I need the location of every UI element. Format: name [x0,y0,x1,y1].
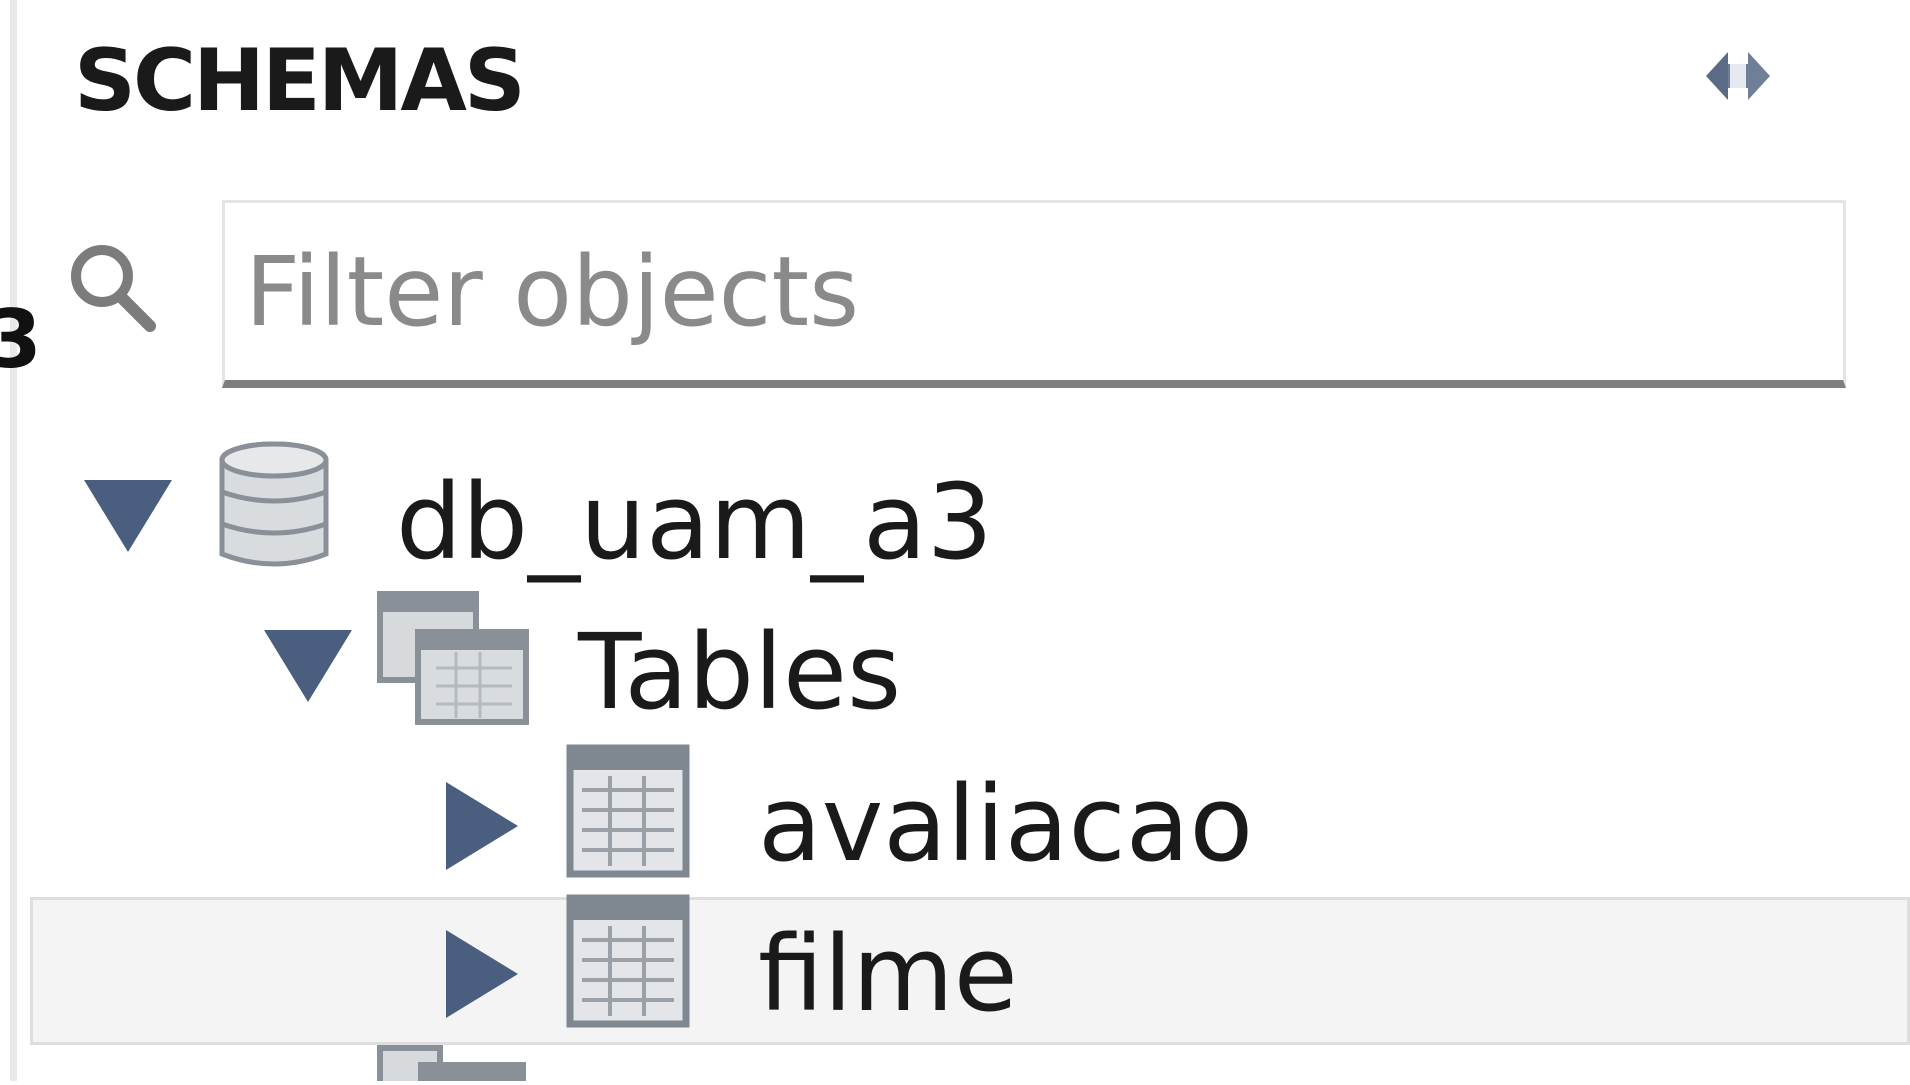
schemas-panel: 3 SCHEMAS Filter objects db_uam_a3 Table… [0,0,1910,1085]
views-icon [376,1044,532,1085]
schema-expand-arrow-icon[interactable] [84,480,172,552]
filter-input[interactable] [225,203,1843,380]
refresh-icon[interactable] [1678,30,1798,120]
database-icon [216,440,332,578]
table-label[interactable]: filme [758,922,1018,1026]
table-icon [566,744,690,882]
tables-icon [376,590,532,730]
table-expand-arrow-icon[interactable] [446,782,518,870]
search-icon [64,238,164,338]
table-icon [566,894,690,1032]
cropped-text-fragment: 3 [0,293,42,386]
table-label[interactable]: avaliacao [758,772,1253,876]
panel-title: SCHEMAS [74,31,526,131]
panel-left-border [10,0,17,1081]
tables-label[interactable]: Tables [578,620,901,724]
tables-expand-arrow-icon[interactable] [264,630,352,702]
schema-label[interactable]: db_uam_a3 [396,470,993,574]
filter-field [222,200,1846,388]
table-expand-arrow-icon[interactable] [446,930,518,1018]
